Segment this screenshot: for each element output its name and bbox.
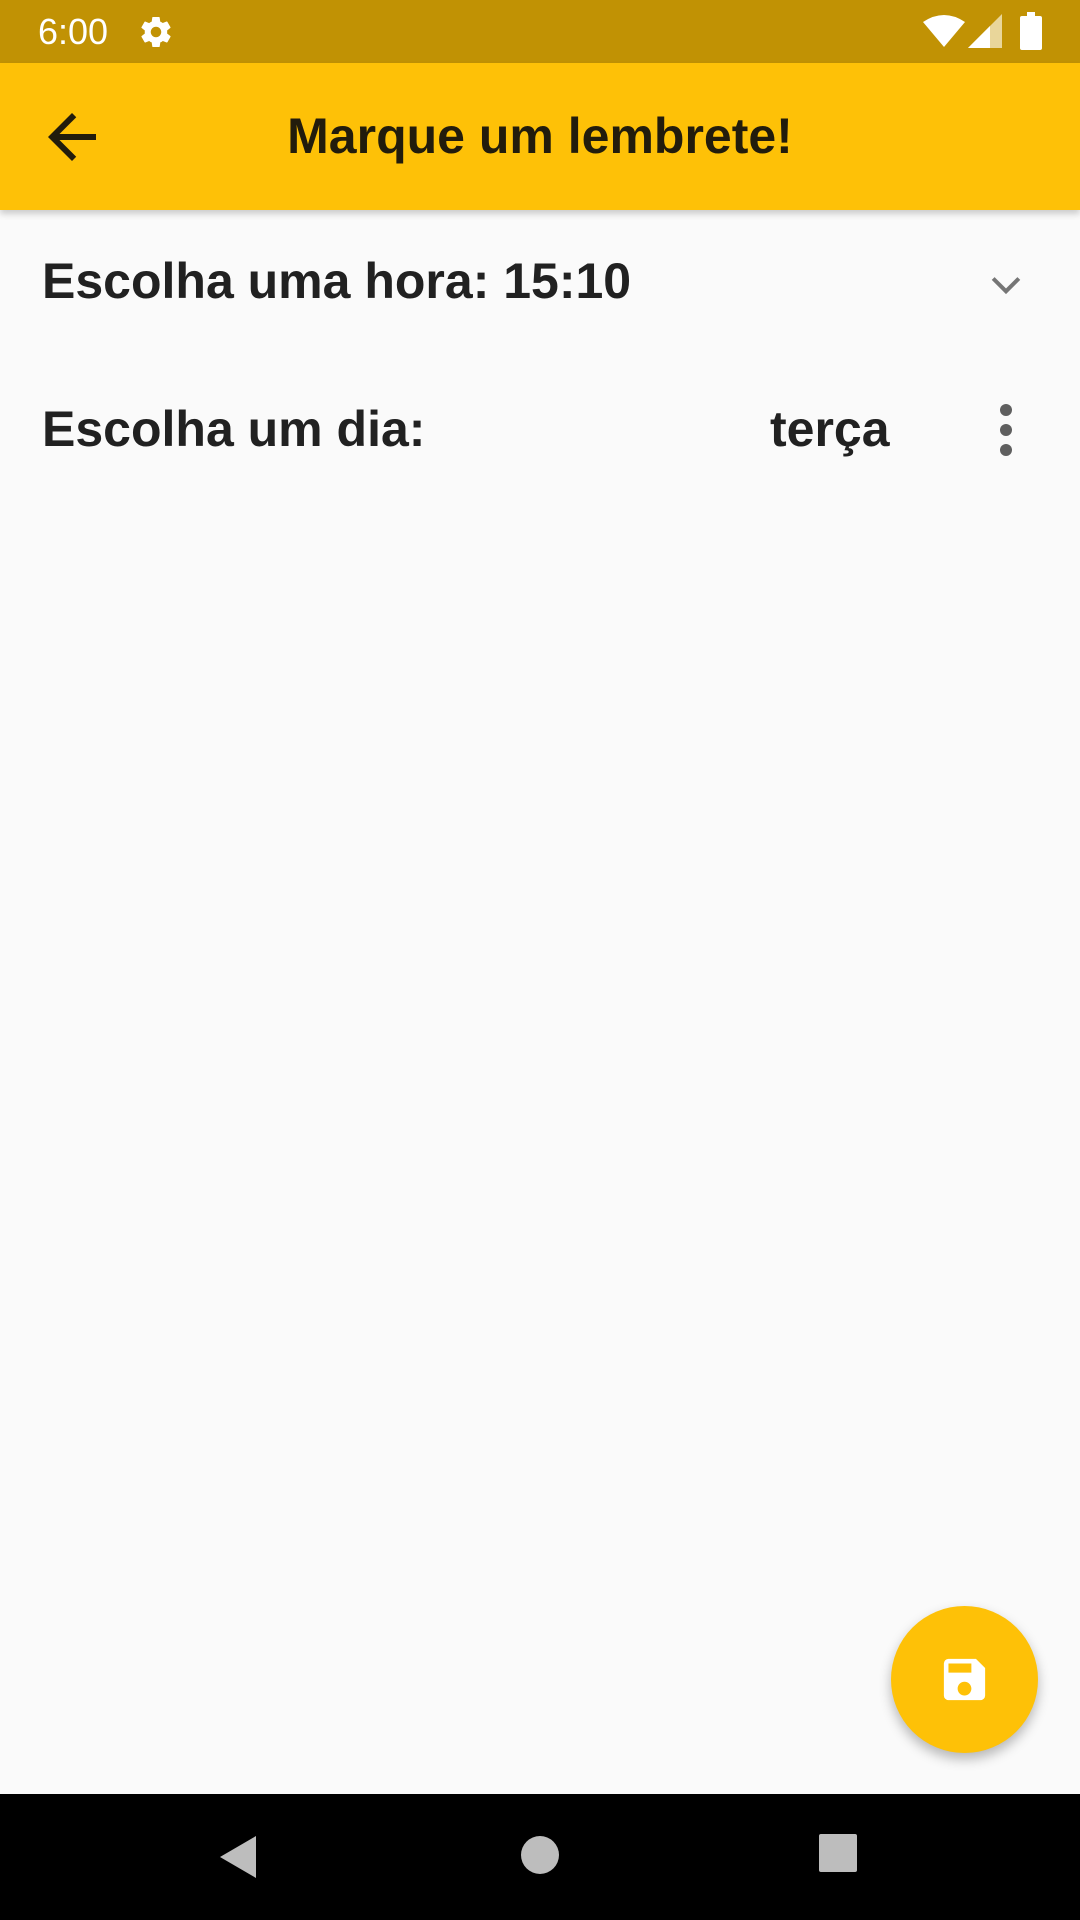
navigation-bar <box>0 1794 1080 1920</box>
wifi-icon <box>923 15 965 47</box>
chevron-down-icon[interactable] <box>984 262 1028 306</box>
nav-back-icon[interactable] <box>214 1832 264 1882</box>
battery-icon <box>1020 12 1042 50</box>
app-bar: Marque um lembrete! <box>0 63 1080 210</box>
arrow-back-icon[interactable] <box>36 101 108 173</box>
more-vert-icon[interactable] <box>984 402 1028 458</box>
page-title: Marque um lembrete! <box>287 108 793 164</box>
day-value[interactable]: terça <box>770 400 890 458</box>
nav-home-icon[interactable] <box>517 1832 563 1878</box>
gear-icon <box>141 17 171 48</box>
day-label: Escolha um dia: <box>42 401 426 457</box>
status-bar: 6:00 <box>0 0 1080 63</box>
save-button[interactable] <box>891 1606 1038 1753</box>
nav-recents-icon[interactable] <box>817 1832 859 1874</box>
signal-icon <box>968 14 1002 48</box>
day-picker-row[interactable]: Escolha um dia: terça <box>0 378 1080 478</box>
save-icon <box>943 1658 986 1701</box>
time-label: Escolha uma hora: 15:10 <box>42 253 632 309</box>
status-time: 6:00 <box>38 11 109 52</box>
time-picker-row[interactable]: Escolha uma hora: 15:10 <box>0 232 1080 332</box>
